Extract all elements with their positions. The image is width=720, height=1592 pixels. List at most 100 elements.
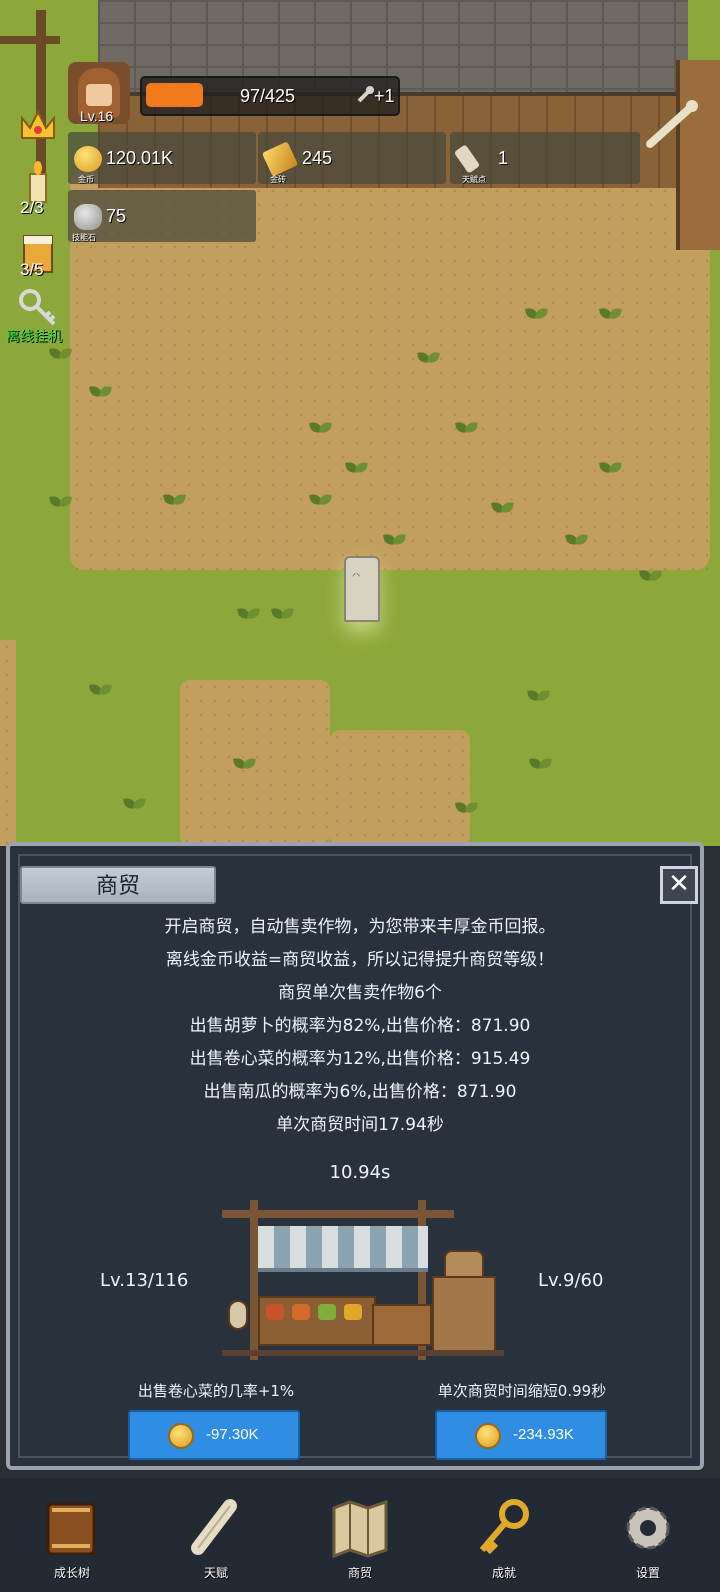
crop-sprout xyxy=(346,460,368,478)
trade-timer: 10.94s xyxy=(329,1162,391,1183)
book-icon xyxy=(40,1498,104,1558)
close-x-icon: ✕ xyxy=(668,869,690,899)
crown-icon[interactable] xyxy=(16,104,60,148)
left-upgrade-cost: -97.30K xyxy=(206,1426,259,1443)
info-line: 商贸单次售卖作物6个 xyxy=(278,983,442,1003)
stall-crate xyxy=(432,1276,496,1356)
key-icon xyxy=(472,1498,536,1558)
candle-count: 2/3 xyxy=(20,198,44,217)
crop-sprout xyxy=(384,532,406,550)
stall-barrel xyxy=(444,1250,484,1278)
info-line: 出售南瓜的概率为6%,出售价格：871.90 xyxy=(203,1082,517,1102)
crop-sprout xyxy=(456,800,478,818)
crop-sprout xyxy=(530,756,552,774)
idle-key-icon[interactable] xyxy=(16,286,60,330)
info-line: 开启商贸，自动售卖作物，为您带来丰厚金币回报。 xyxy=(164,917,556,937)
nav-growth-tree[interactable]: 成长树 xyxy=(0,1478,144,1592)
gold-coin-icon xyxy=(168,1423,194,1449)
gold-caption: 金币 xyxy=(78,175,94,184)
stall-sack xyxy=(228,1300,248,1330)
stall-awning xyxy=(258,1226,428,1272)
crop-sprout xyxy=(526,306,548,324)
game-scene: ᐟᐠ Lv.16 97/425 +1 120.01K 金币 245 金砖 1 天… xyxy=(0,0,720,846)
beer-count: 3/5 xyxy=(20,260,44,279)
crop-sprout xyxy=(456,420,478,438)
scarecrow-stone[interactable]: ᐟᐠ xyxy=(344,556,380,622)
bone-icon[interactable] xyxy=(644,100,700,150)
gold-coin-icon xyxy=(74,146,102,172)
player-level: Lv.16 xyxy=(80,108,114,124)
nav-label: 成长树 xyxy=(53,1566,90,1580)
nav-trade[interactable]: 商贸 xyxy=(288,1478,432,1592)
close-button[interactable]: ✕ xyxy=(660,866,698,904)
talent-caption: 天赋点 xyxy=(462,175,486,184)
crop-sprout xyxy=(90,384,112,402)
info-line: 出售胡萝卜的概率为82%,出售价格：871.90 xyxy=(189,1016,531,1036)
crop-sprout xyxy=(418,350,440,368)
wrench-icon xyxy=(356,84,376,104)
talent-value: 1 xyxy=(498,148,509,168)
goldbar-value: 245 xyxy=(302,148,333,168)
right-upgrade-level: Lv.9/60 xyxy=(538,1270,604,1291)
map-icon xyxy=(328,1498,392,1559)
right-upgrade-description: 单次商贸时间缩短0.99秒 xyxy=(437,1382,607,1400)
crop-sprout xyxy=(238,606,260,624)
nav-label: 商贸 xyxy=(347,1566,372,1580)
vegetable-box xyxy=(318,1304,336,1320)
skillstone-value: 75 xyxy=(106,206,127,226)
exp-bonus: +1 xyxy=(374,86,395,106)
scroll-icon xyxy=(184,1498,248,1558)
vegetable-box xyxy=(344,1304,362,1320)
crop-sprout xyxy=(492,500,514,518)
right-upgrade-button[interactable]: -234.93K xyxy=(435,1410,607,1460)
nav-settings[interactable]: 设置 xyxy=(576,1478,720,1592)
left-upgrade-level: Lv.13/116 xyxy=(100,1270,189,1291)
crop-sprout xyxy=(528,688,550,706)
stall-chest xyxy=(372,1304,432,1346)
gear-icon xyxy=(616,1498,680,1558)
info-line: 单次商贸时间17.94秒 xyxy=(276,1115,444,1135)
crop-sprout xyxy=(600,460,622,478)
gold-value: 120.01K xyxy=(106,148,174,168)
crop-sprout xyxy=(234,756,256,774)
crop-sprout xyxy=(272,606,294,624)
market-stall-image xyxy=(222,1200,504,1366)
crop-sprout xyxy=(310,420,332,438)
crop-sprout xyxy=(124,796,146,814)
nav-label: 天赋 xyxy=(203,1566,228,1580)
vegetable-box xyxy=(292,1304,310,1320)
vegetable-box xyxy=(266,1304,284,1320)
fence-beam xyxy=(0,36,60,44)
idle-label[interactable]: 离线挂机 xyxy=(6,326,62,346)
stall-floor xyxy=(222,1350,504,1356)
nav-label: 成就 xyxy=(491,1566,516,1580)
house-side xyxy=(676,60,720,250)
skillstone-caption: 技能石 xyxy=(72,233,96,242)
exp-text: 97/425 xyxy=(240,86,296,106)
goldbar-caption: 金砖 xyxy=(270,175,286,184)
bottom-nav: 成长树 天赋 商贸 成就 设置 xyxy=(0,1478,720,1592)
crop-sprout xyxy=(566,532,588,550)
left-upgrade-button[interactable]: -97.30K xyxy=(128,1410,300,1460)
right-upgrade-cost: -234.93K xyxy=(513,1426,574,1443)
stall-beam xyxy=(222,1210,454,1218)
crop-sprout xyxy=(90,682,112,700)
crop-sprout xyxy=(164,492,186,510)
nav-achievements[interactable]: 成就 xyxy=(432,1478,576,1592)
nav-label: 设置 xyxy=(635,1566,660,1580)
nav-talent[interactable]: 天赋 xyxy=(144,1478,288,1592)
dirt-patch xyxy=(0,640,16,846)
crop-sprout xyxy=(310,492,332,510)
crop-sprout xyxy=(50,346,72,364)
skill-stone-icon xyxy=(74,204,102,230)
stall-post xyxy=(250,1200,258,1360)
panel-title: 商贸 xyxy=(20,866,216,904)
exp-bar-fill xyxy=(146,83,204,107)
crop-sprout xyxy=(50,494,72,512)
info-line: 出售卷心菜的概率为12%,出售价格：915.49 xyxy=(189,1049,531,1069)
dirt-patch xyxy=(330,730,470,846)
gold-coin-icon xyxy=(475,1423,501,1449)
crop-sprout xyxy=(600,306,622,324)
info-line: 离线金币收益=商贸收益，所以记得提升商贸等级！ xyxy=(165,950,555,970)
crop-sprout xyxy=(640,568,662,586)
